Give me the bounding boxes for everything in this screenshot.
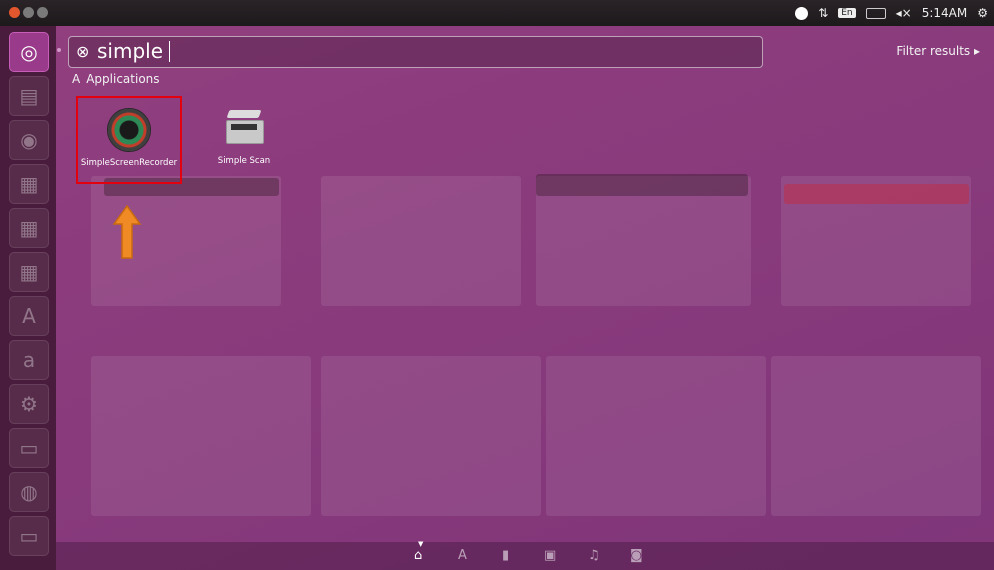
calc-icon[interactable]: ▦ — [9, 208, 49, 248]
bg-window — [321, 356, 541, 516]
text-caret — [169, 41, 170, 62]
window-maximize-button[interactable] — [37, 7, 48, 18]
app-label: Simple Scan — [217, 156, 271, 166]
battery-icon[interactable] — [865, 7, 886, 19]
indicator-circle-icon[interactable] — [795, 6, 809, 20]
filter-results-button[interactable]: Filter results ▸ — [896, 44, 980, 58]
home-lens-icon[interactable]: ⌂ — [414, 548, 422, 563]
video-lens-icon[interactable]: ▣ — [544, 548, 556, 563]
top-panel: ⇅ En ◂× 5:14AM ⚙ — [0, 0, 994, 26]
applications-lens-icon[interactable]: A — [458, 548, 467, 563]
bg-window — [771, 356, 981, 516]
settings-icon[interactable]: ⚙ — [9, 384, 49, 424]
search-field[interactable]: ⊗ simple — [68, 36, 763, 68]
files-lens-icon[interactable]: ▮ — [502, 548, 509, 563]
writer-icon[interactable]: ▦ — [9, 164, 49, 204]
workspace-icon[interactable]: ▭ — [9, 516, 49, 556]
window-close-button[interactable] — [9, 7, 20, 18]
lens-bar: ▼ ⌂ A ▮ ▣ ♫ ◙ — [56, 540, 994, 570]
up-arrow-annotation — [112, 204, 142, 259]
impress-icon[interactable]: ▦ — [9, 252, 49, 292]
software-center-icon[interactable]: A — [9, 296, 49, 336]
applications-icon: A — [72, 72, 81, 86]
keyboard-indicator[interactable]: En — [838, 8, 856, 18]
browser-icon[interactable]: ◉ — [9, 120, 49, 160]
search-input[interactable]: simple — [97, 39, 163, 63]
bg-window-bar — [784, 184, 969, 204]
volume-icon[interactable]: ◂× — [896, 6, 912, 20]
active-lens-pip: ▼ — [418, 540, 424, 548]
ubuntu-home-icon[interactable]: ◎ — [9, 32, 49, 72]
gear-icon[interactable]: ⚙ — [977, 6, 988, 20]
files-icon[interactable]: ▤ — [9, 76, 49, 116]
amazon-icon[interactable]: a — [9, 340, 49, 380]
app-simple-scan[interactable]: Simple Scan — [200, 96, 288, 166]
dash-overlay: ⊗ simple Filter results ▸ A Applications … — [56, 26, 994, 570]
window-minimize-button[interactable] — [23, 7, 34, 18]
launcher: ◎ ▤ ◉ ▦ ▦ ▦ A a ⚙ ▭ ◍ ▭ — [0, 26, 56, 570]
system-tray: ⇅ En ◂× 5:14AM ⚙ — [795, 0, 988, 26]
scanner-icon — [222, 106, 266, 150]
app-label: SimpleScreenRecorder — [80, 158, 178, 168]
category-header: A Applications — [72, 72, 160, 86]
disc-icon[interactable]: ◍ — [9, 472, 49, 512]
simplescreenrecorder-icon — [107, 108, 151, 152]
terminal-icon[interactable]: ▭ — [9, 428, 49, 468]
clear-search-icon[interactable]: ⊗ — [76, 42, 89, 61]
bg-window — [321, 176, 521, 306]
bg-window — [546, 356, 766, 516]
app-simplescreenrecorder[interactable]: SimpleScreenRecorder — [76, 96, 182, 184]
network-icon[interactable]: ⇅ — [818, 6, 828, 20]
music-lens-icon[interactable]: ♫ — [588, 548, 600, 563]
bg-window — [91, 356, 311, 516]
clock[interactable]: 5:14AM — [922, 6, 968, 20]
photos-lens-icon[interactable]: ◙ — [630, 548, 643, 563]
bg-window-bar — [536, 174, 748, 196]
category-title: Applications — [86, 72, 160, 86]
